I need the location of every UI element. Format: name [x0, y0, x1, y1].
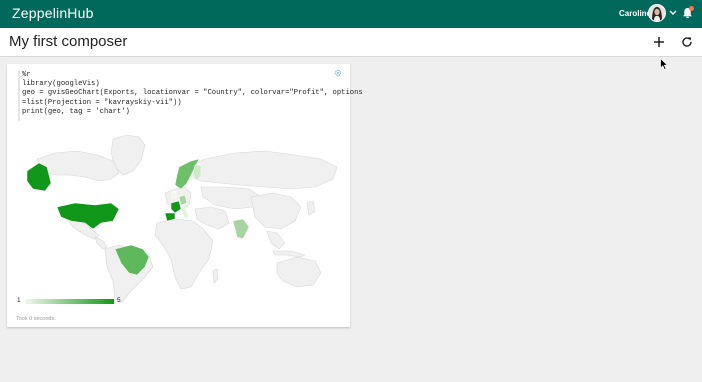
add-paragraph-button[interactable] — [653, 36, 665, 48]
legend-max-label: 5 — [117, 297, 121, 304]
top-bar: ZeppelinHub Caroline — [0, 0, 702, 28]
indonesia — [272, 250, 306, 258]
avatar-image — [649, 5, 665, 21]
japan — [306, 200, 316, 216]
india — [232, 218, 250, 240]
australia — [276, 256, 322, 288]
code-line: =list(Projection = "kavrayskiy-vii")) — [22, 98, 182, 107]
africa — [154, 218, 214, 290]
france — [170, 200, 182, 214]
page-header: My first composer — [0, 28, 702, 57]
notification-badge — [689, 6, 694, 11]
mouse-cursor — [660, 58, 668, 70]
madagascar — [212, 268, 219, 284]
brand-logo[interactable]: ZeppelinHub — [12, 5, 94, 21]
china — [250, 192, 302, 230]
united-states — [56, 202, 120, 230]
paragraph-card: %r library(googleVis) geo = gvisGeoChart… — [7, 64, 363, 327]
code-line: print(geo, tag = 'chart') — [22, 107, 130, 116]
geo-chart[interactable] — [15, 131, 351, 305]
user-name[interactable]: Caroline — [619, 9, 651, 18]
execution-status: Took 0 seconds. — [16, 316, 56, 322]
middle-east — [194, 206, 230, 230]
russia — [184, 150, 338, 190]
avatar[interactable] — [648, 4, 666, 22]
legend-gradient — [25, 299, 114, 304]
central-america — [94, 236, 108, 250]
code-editor[interactable]: %r library(googleVis) geo = gvisGeoChart… — [18, 71, 363, 121]
code-line: library(googleVis) — [22, 80, 100, 89]
code-line: %r — [22, 71, 31, 79]
code-line: geo = gvisGeoChart(Exports, locationvar … — [22, 89, 363, 98]
gear-icon[interactable] — [334, 69, 342, 77]
southeast-asia — [266, 230, 286, 250]
refresh-button[interactable] — [681, 36, 693, 48]
chevron-down-icon[interactable] — [668, 6, 678, 20]
legend-min-label: 1 — [17, 297, 21, 304]
italy — [180, 206, 190, 220]
page-title: My first composer — [9, 33, 128, 50]
